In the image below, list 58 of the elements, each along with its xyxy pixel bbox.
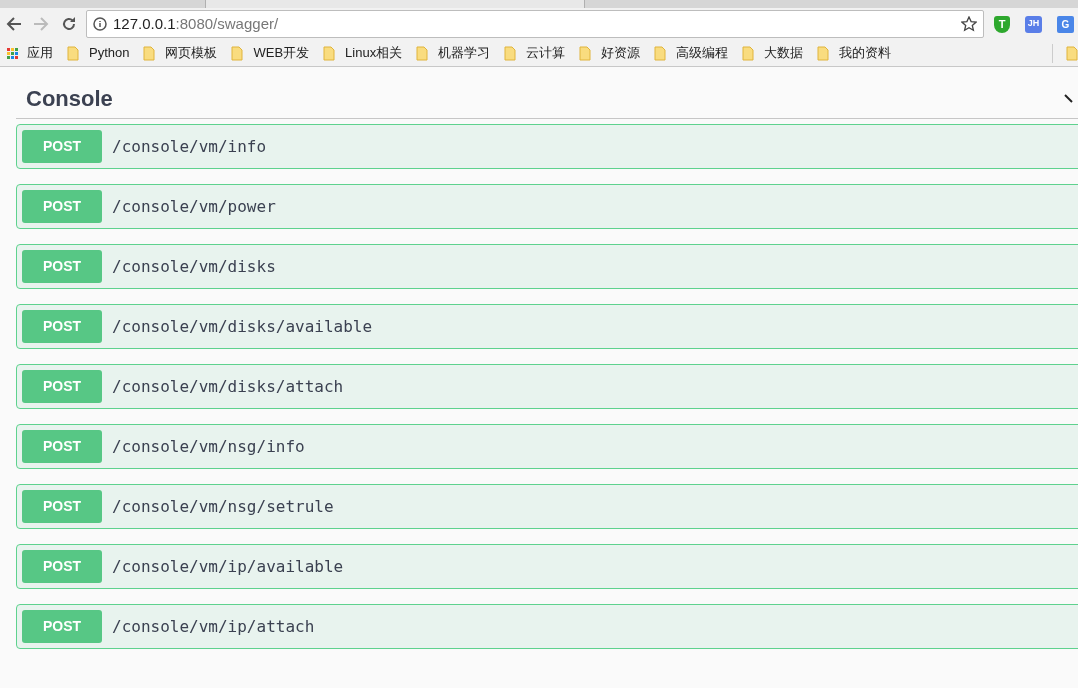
folder-icon bbox=[654, 45, 667, 61]
bookmark-label[interactable]: 云计算 bbox=[526, 43, 566, 63]
operation-row[interactable]: POST /console/vm/ip/available bbox=[16, 544, 1078, 589]
operation-row[interactable]: POST /console/vm/nsg/setrule bbox=[16, 484, 1078, 529]
section-title[interactable]: Console bbox=[26, 82, 113, 115]
method-badge: POST bbox=[22, 190, 102, 223]
operation-row[interactable]: POST /console/vm/disks/available bbox=[16, 304, 1078, 349]
operation-row[interactable]: POST /console/vm/power bbox=[16, 184, 1078, 229]
folder-icon bbox=[231, 45, 244, 61]
folder-icon bbox=[323, 45, 336, 61]
endpoint-path: /console/vm/nsg/info bbox=[112, 435, 305, 458]
method-badge: POST bbox=[22, 550, 102, 583]
endpoint-path: /console/vm/nsg/setrule bbox=[112, 495, 334, 518]
back-icon[interactable] bbox=[5, 15, 23, 33]
folder-icon bbox=[817, 45, 830, 61]
method-badge: POST bbox=[22, 130, 102, 163]
endpoint-path: /console/vm/power bbox=[112, 195, 276, 218]
folder-icon bbox=[742, 45, 755, 61]
bookmark-label[interactable]: 应用 bbox=[27, 43, 53, 63]
operation-row[interactable]: POST /console/vm/disks/attach bbox=[16, 364, 1078, 409]
folder-icon bbox=[504, 45, 517, 61]
bookmark-label[interactable]: 好资源 bbox=[601, 43, 641, 63]
reload-icon[interactable] bbox=[60, 15, 78, 33]
bookmark-label[interactable]: 我的资料 bbox=[839, 43, 892, 63]
method-badge: POST bbox=[22, 610, 102, 643]
method-badge: POST bbox=[22, 250, 102, 283]
operation-row[interactable]: POST /console/vm/disks bbox=[16, 244, 1078, 289]
operation-row[interactable]: POST /console/vm/nsg/info bbox=[16, 424, 1078, 469]
star-icon[interactable] bbox=[961, 16, 977, 32]
folder-icon bbox=[416, 45, 429, 61]
bookmark-label[interactable]: WEB开发 bbox=[253, 43, 310, 63]
endpoint-path: /console/vm/disks/available bbox=[112, 315, 373, 338]
url-text: 127.0.0.1:8080/swagger/ bbox=[113, 13, 279, 34]
bookmark-label[interactable]: 高级编程 bbox=[676, 43, 729, 63]
method-badge: POST bbox=[22, 370, 102, 403]
endpoint-path: /console/vm/disks bbox=[112, 255, 276, 278]
info-icon bbox=[93, 17, 107, 31]
method-badge: POST bbox=[22, 430, 102, 463]
operation-row[interactable]: POST /console/vm/info bbox=[16, 124, 1078, 169]
extension-badge-icon[interactable]: JH bbox=[1025, 15, 1042, 33]
method-badge: POST bbox=[22, 310, 102, 343]
method-badge: POST bbox=[22, 490, 102, 523]
bookmark-label[interactable]: 机器学习 bbox=[438, 43, 491, 63]
endpoint-path: /console/vm/info bbox=[112, 135, 267, 158]
translate-extension-icon[interactable]: G bbox=[1057, 15, 1074, 33]
endpoint-path: /console/vm/ip/attach bbox=[112, 615, 315, 638]
apps-icon bbox=[7, 47, 18, 59]
endpoint-path: /console/vm/disks/attach bbox=[112, 375, 344, 398]
endpoint-path: /console/vm/ip/available bbox=[112, 555, 344, 578]
bookmark-label[interactable]: 大数据 bbox=[764, 43, 804, 63]
bookmark-label[interactable]: 网页模板 bbox=[165, 43, 218, 63]
folder-icon bbox=[143, 45, 156, 61]
folder-icon bbox=[67, 45, 79, 61]
address-bar[interactable]: 127.0.0.1:8080/swagger/ bbox=[86, 10, 984, 38]
operation-row[interactable]: POST /console/vm/ip/attach bbox=[16, 604, 1078, 649]
bookmark-label[interactable]: Python bbox=[89, 43, 130, 63]
folder-icon bbox=[579, 45, 592, 61]
bookmark-label[interactable]: Linux相关 bbox=[345, 43, 403, 63]
